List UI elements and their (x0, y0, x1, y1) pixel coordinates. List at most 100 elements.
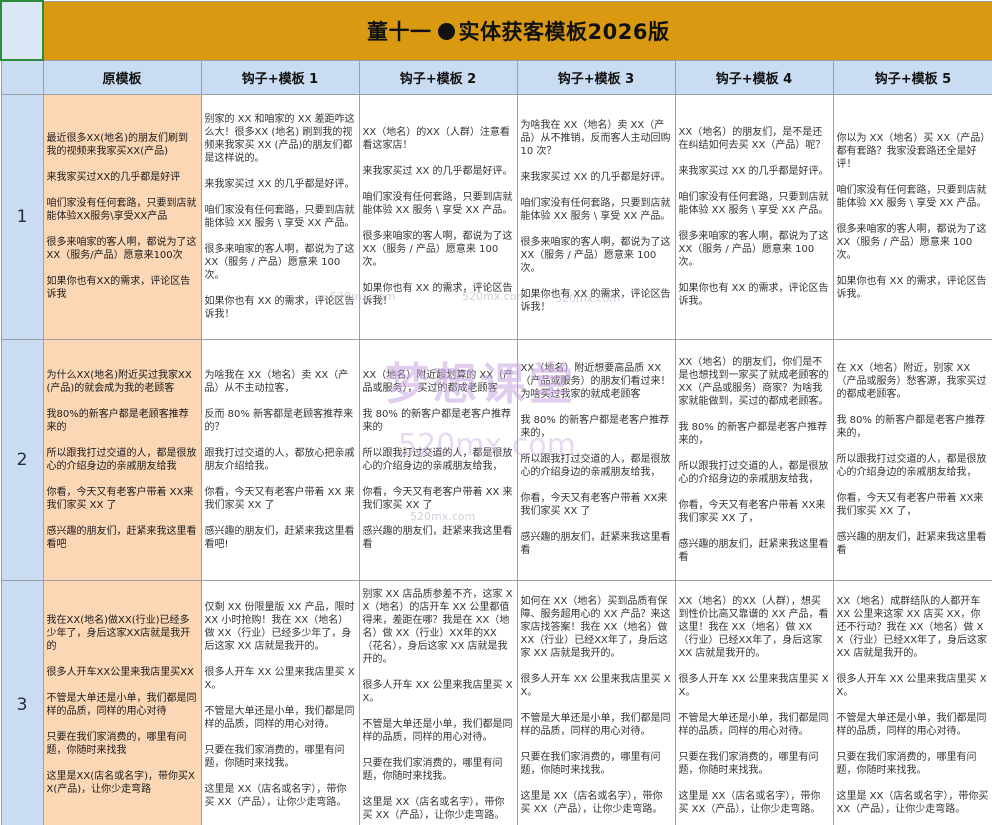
cell-paragraph: 很多人开车 XX 公里来我店里买 XX。 (204, 667, 355, 691)
hook-template-cell[interactable]: 如何在 XX（地名）买到品质有保障、服务超用心的 XX 产品？来这家店找答案！我… (516, 579, 676, 825)
cell-paragraph: 不管是大单还是小单，我们都是同样的品质，同样的用心对待。 (204, 706, 355, 730)
hook-template-cell[interactable]: 别家 XX 店品质参差不齐，这家 XX（地名）的店开车 XX 公里都值得来，差距… (358, 579, 518, 825)
hook-template-cell[interactable]: 你以为 XX（地名）买 XX（产品）都有套路？我家没套路还全是好评！ 咱们家没有任… (832, 93, 992, 340)
row-number[interactable]: 3 (0, 579, 44, 825)
cell-paragraph: 很多来咱家的客人啊，都说为了这 XX（服务 / 产品）愿意来 100次。 (362, 230, 513, 268)
cell-paragraph: 所以跟我打过交道的人，都是很放心的介绍身边的亲戚朋友给我 (46, 447, 197, 472)
cell-paragraph: 来我家买过 XX 的几乎都是好评。 (520, 172, 671, 183)
title-subject: 实体获客模板2026版 (458, 19, 670, 44)
cell-paragraph: 你以为 XX（地名）买 XX（产品）都有套路？我家没套路还全是好评！ (836, 133, 986, 170)
hook-template-cell[interactable]: XX（地名）附近超划算的 XX（产品或服务），买过的都成老顾客我 80% 的新客… (358, 338, 518, 581)
cell-paragraph: 如果你也有 XX 的需求，评论区告诉我！ (520, 289, 671, 313)
original-template-cell[interactable]: 我在XX(地名)做XX(行业)已经多少年了，身后这家XX店就是我开的 很多人开车X… (42, 579, 202, 825)
cell-paragraph: 来我家买过 XX 的几乎都是好评。 (362, 165, 513, 177)
cell-paragraph: 很多来咱家的客人啊，都说为了这 XX（服务 / 产品）愿意来 100次。 (836, 224, 987, 261)
cell-paragraph: 咱们家没有任何套路，只要到店就能体验 XX 服务 \ 享受 XX 产品。 (520, 198, 671, 222)
cell-paragraph: 你看，今天又有老客户带着 XX来我们家买 XX 了， (678, 499, 826, 524)
cell-paragraph: 我 80% 的新客户都是老客户推荐来的 (362, 408, 512, 433)
selected-corner-cell[interactable] (0, 0, 44, 61)
cell-paragraph: 所以跟我打过交道的人，都是很放心的介绍身边的亲戚朋友给我， (362, 447, 513, 472)
cell-paragraph: 你看，今天又有老客户带着 XX来我们家买 XX 了 (520, 493, 668, 517)
cell-paragraph: XX（地名）的XX（人群），想买到性价比高又靠谱的 XX 产品，看这里！我在 X… (678, 595, 829, 659)
original-template-cell[interactable]: 为什么XX(地名)附近买过我家XX(产品)的就会成为我的老顾客 我80%的新客户都… (42, 338, 202, 581)
cell-paragraph: 如果你也有 XX 的需求，评论区告诉我！ (362, 282, 513, 307)
column-header[interactable]: 钩子+模板 1 (200, 59, 360, 95)
row-number-header[interactable] (0, 59, 44, 95)
cell-paragraph: 别家的 XX 和咱家的 XX 差距咋这么大！很多XX (地名) 刷到我的视频来我… (204, 113, 355, 164)
cell-paragraph: 感兴趣的朋友们，赶紧来我这里看看吧! (204, 525, 355, 550)
cell-paragraph: 只要在我们家消费的，哪里有问题，你随时来找我。 (362, 758, 503, 782)
cell-paragraph: 这里是 XX（店名或名字），带你买 XX（产品），让你少走弯路。 (362, 797, 505, 821)
hook-template-cell[interactable]: 在 XX（地名）附近，别家 XX（产品或服务）愁客源，我家买过的都成老顾客。我 … (832, 338, 992, 581)
cell-paragraph: 为啥我在 XX（地名）卖 XX（产品）从不主动拉客， (204, 369, 349, 394)
row-number[interactable]: 2 (0, 338, 44, 581)
hook-template-cell[interactable]: XX（地名）的朋友们，你们是不是也想找到一家买了就成老顾客的 XX（产品或服务）… (674, 338, 834, 581)
title-author: 董十一 (367, 19, 432, 44)
cell-paragraph: 感兴趣的朋友们，赶紧来我这里看看 (362, 525, 513, 550)
cell-paragraph: 这里是 XX（店名或名字），带你买 XX（产品），让你少走弯路。 (204, 784, 347, 808)
cell-paragraph: XX（地名）附近想要高品质 XX（产品或服务）的朋友们看过来！为啥买过我家的就成… (520, 363, 671, 400)
cell-paragraph: 很多来咱家的客人啊，都说为了这 XX（服务 / 产品）愿意来 100次。 (520, 237, 671, 274)
cell-paragraph: 只要在我们家消费的，哪里有问题，你随时来找我。 (836, 751, 977, 776)
cell-paragraph: 我在XX(地名)做XX(行业)已经多少年了，身后这家XX店就是我开的 (46, 615, 191, 652)
hook-template-cell[interactable]: XX（地名）附近想要高品质 XX（产品或服务）的朋友们看过来！为啥买过我家的就成… (516, 338, 676, 581)
column-header[interactable]: 钩子+模板 3 (516, 59, 676, 95)
bullet-dot-icon (437, 22, 455, 40)
cell-paragraph: 这里是 XX（店名或名字），带你买 XX（产品），让你少走弯路。 (678, 790, 821, 815)
cell-paragraph: 所以跟我打过交道的人，都是很放心的介绍身边的亲戚朋友给我， (836, 454, 987, 478)
cell-paragraph: 来我家买过XX的几乎都是好评 (46, 172, 181, 183)
cell-paragraph: XX（地名）的XX（人群）注意看看这家店！ (362, 126, 510, 151)
hook-template-cell[interactable]: XX（地名）的XX（人群），想买到性价比高又靠谱的 XX 产品，看这里！我在 X… (674, 579, 834, 825)
cell-paragraph: 感兴趣的朋友们，赶紧来我这里看看 (520, 532, 671, 556)
column-header[interactable]: 钩子+模板 2 (358, 59, 518, 95)
cell-paragraph: 在 XX（地名）附近，别家 XX（产品或服务）愁客源，我家买过的都成老顾客。 (836, 363, 987, 400)
hook-template-cell[interactable]: 为啥我在 XX（地名）卖 XX（产品）从不主动拉客， 反而 80% 新客都是老顾客… (200, 338, 360, 581)
header-row: 原模板 钩子+模板 1 钩子+模板 2 钩子+模板 3 钩子+模板 4 钩子+模… (0, 59, 992, 95)
cell-paragraph: 如果你也有 XX 的需求，评论区告诉我！ (204, 295, 355, 320)
column-header[interactable]: 原模板 (42, 59, 202, 95)
cell-paragraph: 来我家买过 XX 的几乎都是好评。 (678, 165, 829, 177)
cell-paragraph: 如何在 XX（地名）买到品质有保障、服务超用心的 XX 产品？来这家店找答案！我… (520, 595, 671, 659)
cell-paragraph: XX（地名）的朋友们，是不是还在纠结如何去买 XX（产品）呢？ (678, 126, 826, 151)
cell-paragraph: 很多人开车 XX 公里来我店里买 XX。 (836, 673, 987, 698)
original-template-cell[interactable]: 最近很多XX(地名)的朋友们刷到我的视频来我家买XX(产品) 来我家买过XX的几乎… (42, 93, 202, 340)
cell-paragraph: 别家 XX 店品质参差不齐，这家 XX（地名）的店开车 XX 公里都值得来，差距… (362, 589, 513, 665)
cell-paragraph: 很多人开车 XX 公里来我店里买 XX。 (520, 673, 671, 698)
hook-template-cell[interactable]: XX（地名）的XX（人群）注意看看这家店！ 来我家买过 XX 的几乎都是好评。 咱们… (358, 93, 518, 340)
cell-paragraph: 咱们家没有任何套路，只要到店就能体验XX服务\享受XX产品 (46, 198, 197, 222)
title-row: 董十一 实体获客模板2026版 (0, 0, 992, 61)
cell-paragraph: XX（地名）成群结队的人都开车 XX 公里来这家 XX 店买 XX，你还不行动？… (836, 595, 988, 659)
cell-paragraph: 所以跟我打过交道的人，都是很放心的介绍身边的亲戚朋友给我， (520, 454, 671, 478)
cell-paragraph: 这里是 XX（店名或名字），带你买 XX（产品），让你少走弯路。 (836, 790, 989, 815)
hook-template-cell[interactable]: XX（地名）的朋友们，是不是还在纠结如何去买 XX（产品）呢？ 来我家买过 XX … (674, 93, 834, 340)
hook-template-cell[interactable]: 仅剩 XX 份限量版 XX 产品，限时 XX 小时抢购！我在 XX（地名）做 X… (200, 579, 360, 825)
cell-paragraph: 反而 80% 新客都是老顾客推荐来的？ (204, 408, 354, 433)
cell-paragraph: 很多人开车 XX 公里来我店里买 XX。 (362, 680, 513, 704)
cell-paragraph: 来我家买过 XX 的几乎都是好评。 (204, 178, 355, 190)
column-header[interactable]: 钩子+模板 4 (674, 59, 834, 95)
cell-paragraph: 不管是大单还是小单，我们都是同样的品质，同样的用心对待。 (520, 712, 671, 737)
cell-paragraph: XX（地名）的朋友们，你们是不是也想找到一家买了就成老顾客的 XX（产品或服务）… (678, 356, 829, 407)
row-number[interactable]: 1 (0, 93, 44, 340)
cell-paragraph: 我 80% 的新客户都是老客户推荐来的， (678, 421, 828, 446)
cell-paragraph: 我 80% 的新客户都是老客户推荐来的， (520, 415, 670, 439)
cell-paragraph: 你看，今天又有老客户带着 XX来我们家买 XX 了 (46, 486, 194, 511)
sheet-title[interactable]: 董十一 实体获客模板2026版 (42, 0, 992, 61)
cell-paragraph: 这里是XX(店名或名字)，带你买XX(产品)，让你少走弯路 (46, 771, 195, 795)
cell-paragraph: 我80%的新客户都是老顾客推荐来的 (46, 408, 189, 433)
hook-template-cell[interactable]: XX（地名）成群结队的人都开车 XX 公里来这家 XX 店买 XX，你还不行动？… (832, 579, 992, 825)
hook-template-cell[interactable]: 别家的 XX 和咱家的 XX 差距咋这么大！很多XX (地名) 刷到我的视频来我… (200, 93, 360, 340)
cell-paragraph: 你看，今天又有老客户带着 XX 来我们家买 XX 了 (204, 486, 355, 511)
hook-template-cell[interactable]: 为啥我在 XX（地名）卖 XX（产品）从不推销，反而客人主动回购 10 次？ 来我… (516, 93, 676, 340)
table-row: 3 我在XX(地名)做XX(行业)已经多少年了，身后这家XX店就是我开的 很多人开车… (0, 579, 992, 825)
cell-paragraph: 感兴趣的朋友们，赶紧来我这里看看吧 (46, 525, 197, 550)
column-header[interactable]: 钩子+模板 5 (832, 59, 992, 95)
cell-paragraph: 所以跟我打过交道的人，都是很放心的介绍身边的亲戚朋友给我， (678, 460, 829, 485)
cell-paragraph: 感兴趣的朋友们，赶紧来我这里看看 (678, 538, 829, 563)
cell-paragraph: 跟我打过交道的人，都放心把亲戚朋友介绍给我。 (204, 447, 355, 472)
cell-paragraph: 不管是大单还是小单，我们都是同样的品质，同样的用心对待。 (678, 712, 829, 737)
cell-paragraph: 很多来咱家的客人啊，都说为了这 XX（服务 / 产品）愿意来 100次。 (678, 230, 829, 268)
cell-paragraph: 只要在我们家消费的，哪里有问题，你随时来找我 (46, 732, 187, 756)
cell-paragraph: 很多人开车 XX 公里来我店里买 XX。 (678, 673, 829, 698)
cell-paragraph: 不管是大单还是小单，我们都是同样的品质，同样的用心对待。 (836, 712, 987, 737)
